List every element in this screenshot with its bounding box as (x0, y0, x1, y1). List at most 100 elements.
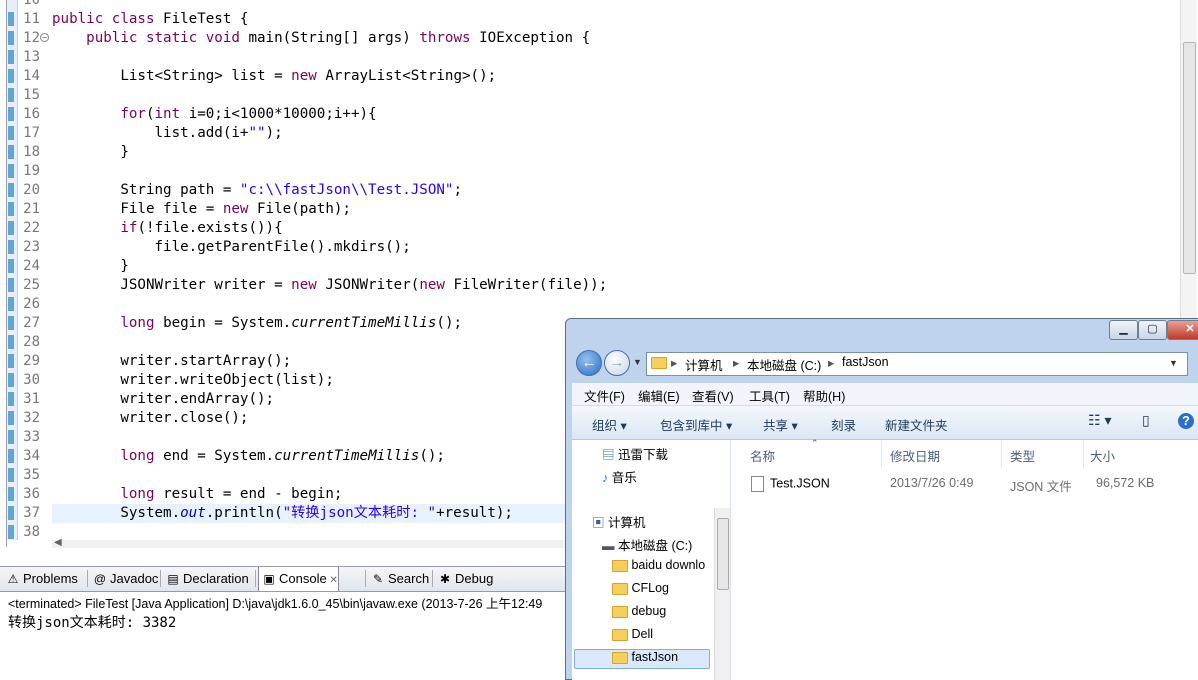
nav-item-drive-c[interactable]: ▬ 本地磁盘 (C:) (602, 535, 692, 554)
column-divider[interactable] (881, 440, 882, 468)
maximize-button[interactable]: ▢ (1138, 320, 1167, 340)
code-line[interactable]: 14 List<String> list = new ArrayList<Str… (0, 67, 1170, 86)
recent-pages-dropdown-icon[interactable]: ▼ (633, 357, 642, 367)
tab-problems[interactable]: ⚠ Problems (3, 567, 78, 590)
column-header-name[interactable]: 名称 (750, 446, 775, 465)
tab-console[interactable]: ▣ Console ✕ (258, 567, 339, 591)
nav-folder-item[interactable]: Dell (612, 627, 653, 641)
code-line[interactable]: 25 JSONWriter writer = new JSONWriter(ne… (0, 276, 1170, 295)
nav-item-label: debug (631, 604, 667, 618)
code-line[interactable]: 17 list.add(i+""); (0, 124, 1170, 143)
console-output[interactable]: 转换json文本耗时: 3382 (8, 612, 176, 632)
code-line[interactable]: 10 (0, 0, 1170, 10)
organize-button[interactable]: 组织 ▾ (592, 415, 627, 434)
nav-item-label: CFLog (631, 581, 670, 595)
line-number: 38 (23, 524, 40, 540)
column-divider[interactable] (1001, 440, 1002, 468)
line-number: 25 (23, 277, 40, 293)
code-line[interactable]: 16 for(int i=0;i<1000*10000;i++){ (0, 105, 1170, 124)
breadcrumb-folder[interactable]: fastJson (842, 355, 889, 369)
menu-edit[interactable]: 编辑(E) (638, 386, 680, 405)
column-header-type[interactable]: 类型 (1010, 446, 1035, 465)
code-text: public static void main(String[] args) t… (86, 30, 591, 46)
address-dropdown-icon[interactable]: ▼ (1169, 358, 1178, 368)
minimize-button[interactable]: ▁ (1109, 320, 1138, 340)
nav-folder-item-selected[interactable]: fastJson (574, 649, 710, 669)
column-header-date[interactable]: 修改日期 (890, 446, 940, 465)
view-options-icon[interactable]: ☷ ▾ (1088, 412, 1111, 429)
code-line[interactable]: 15 (0, 86, 1170, 105)
code-line[interactable]: 26 (0, 295, 1170, 314)
tab-javadoc[interactable]: @ Javadoc (90, 567, 159, 590)
code-line[interactable]: 21 File file = new File(path); (0, 200, 1170, 219)
nav-folder-item[interactable]: CFLog (612, 581, 669, 595)
column-header-size[interactable]: 大小 (1090, 446, 1115, 465)
console-view-icon: ▣ (263, 572, 275, 586)
preview-pane-icon[interactable]: ▯ (1142, 412, 1150, 429)
close-tab-icon[interactable]: ✕ (327, 575, 337, 586)
menu-file[interactable]: 文件(F) (584, 386, 625, 405)
include-in-library-button[interactable]: 包含到库中 ▾ (660, 415, 732, 434)
code-line[interactable]: 22 if(!file.exists()){ (0, 219, 1170, 238)
tab-search[interactable]: ✎ Search (368, 567, 429, 590)
line-number: 24 (23, 258, 40, 274)
menu-view[interactable]: 查看(V) (692, 386, 734, 405)
line-number: 22 (23, 220, 40, 236)
breadcrumb-drive[interactable]: 本地磁盘 (C:) (747, 355, 821, 374)
code-line[interactable]: 12− public static void main(String[] arg… (0, 29, 1170, 48)
tab-debug[interactable]: ✱ Debug (435, 567, 493, 590)
code-line[interactable]: 23 file.getParentFile().mkdirs(); (0, 238, 1170, 257)
help-icon[interactable]: ? (1178, 413, 1194, 429)
new-folder-button[interactable]: 新建文件夹 (885, 415, 948, 434)
line-number: 36 (23, 486, 40, 502)
scroll-left-icon[interactable]: ◀ (54, 537, 62, 548)
code-text: File file = new File(path); (52, 201, 351, 217)
line-number: 14 (23, 68, 40, 84)
code-text: } (52, 258, 129, 274)
code-line[interactable]: 19 (0, 162, 1170, 181)
column-divider[interactable] (1083, 440, 1084, 468)
scroll-thumb[interactable] (1183, 42, 1196, 274)
nav-pane-scrollbar[interactable] (714, 508, 730, 680)
folder-icon (612, 582, 628, 595)
code-text: long result = end - begin; (120, 486, 343, 502)
nav-item-xunlei[interactable]: ▤ 迅雷下载 (602, 444, 668, 463)
nav-folder-item[interactable]: baidu downlo (612, 558, 705, 572)
burn-button[interactable]: 刻录 (831, 415, 856, 434)
line-number: 33 (23, 429, 40, 445)
fold-collapse-icon[interactable]: − (40, 33, 49, 42)
nav-item-music[interactable]: ♪ 音乐 (602, 467, 637, 486)
code-line[interactable]: 24 } (0, 257, 1170, 276)
menu-tools[interactable]: 工具(T) (749, 386, 790, 405)
file-list-pane[interactable]: 名称 ⌃ 修改日期 类型 大小 Test.JSON 2013/7/26 0:49… (731, 438, 1198, 680)
code-text: List<String> list = new ArrayList<String… (52, 68, 497, 84)
back-button[interactable]: ← (576, 350, 602, 376)
address-bar[interactable]: ▸ 计算机 ▸ 本地磁盘 (C:) ▸ fastJson ▼ (646, 352, 1188, 376)
code-line[interactable]: 37 System.out.println("转换json文本耗时: "+res… (23, 504, 572, 523)
navigation-pane[interactable]: ▤ 迅雷下载 ♪ 音乐 ▣ 计算机 ▬ 本地磁盘 (C:) baidu down… (572, 440, 731, 680)
breadcrumb-computer[interactable]: 计算机 (685, 355, 723, 374)
code-text: file.getParentFile().mkdirs(); (52, 239, 411, 255)
line-number: 23 (23, 239, 40, 255)
code-text: public class FileTest { (52, 11, 249, 27)
tab-separator (432, 570, 433, 587)
code-line[interactable]: 11 public class FileTest { (0, 10, 1170, 29)
ruler-mark (8, 506, 14, 520)
code-line[interactable]: 18 } (0, 143, 1170, 162)
menu-help[interactable]: 帮助(H) (803, 386, 845, 405)
code-line[interactable]: 13 (0, 48, 1170, 67)
code-line[interactable]: 20 String path = "c:\\fastJson\\Test.JSO… (0, 181, 1170, 200)
menu-bar: 文件(F) 编辑(E) 查看(V) 工具(T) 帮助(H) (572, 383, 1198, 406)
nav-item-computer[interactable]: ▣ 计算机 (592, 512, 646, 531)
line-number: 29 (23, 353, 40, 369)
explorer-window[interactable]: ▁ ▢ ✕ ← → ▼ ▸ 计算机 ▸ 本地磁盘 (C:) ▸ fastJson… (565, 318, 1198, 680)
line-number: 16 (23, 106, 40, 122)
nav-folder-item[interactable]: debug (612, 604, 666, 618)
scroll-thumb[interactable] (717, 518, 729, 590)
tab-separator (255, 570, 256, 587)
close-button[interactable]: ✕ (1167, 320, 1198, 340)
forward-button[interactable]: → (604, 350, 630, 376)
view-tab-label: Problems (23, 571, 78, 586)
tab-declaration[interactable]: ▤ Declaration (163, 567, 248, 590)
share-button[interactable]: 共享 ▾ (763, 415, 798, 434)
